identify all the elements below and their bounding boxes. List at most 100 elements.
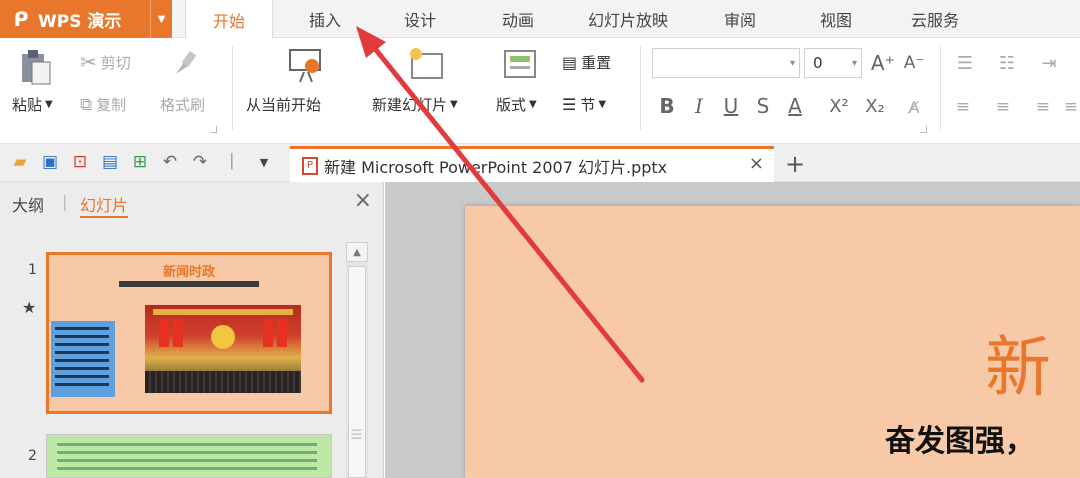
bullet-list-icon[interactable]: ☰ [950,50,980,76]
align-right-icon[interactable]: ≡ [1030,94,1056,120]
align-center-icon[interactable]: ≡ [990,94,1016,120]
separator [940,46,941,130]
tab-divider: | [62,192,68,211]
tab-animation[interactable]: 动画 [478,0,558,38]
animation-star-icon: ★ [22,298,37,317]
superscript-button[interactable]: X² [824,92,854,120]
tab-outline[interactable]: 大纲 [12,192,44,216]
slide-edit-area: 新 奋发图强， [385,182,1080,478]
slide-thumbnail-1[interactable]: 新闻时政 [46,252,332,414]
app-name: WPS 演示 [38,11,122,32]
font-size-combo[interactable]: 0 ▾ [804,48,862,78]
chevron-down-icon[interactable]: ▼ [150,0,172,38]
save-icon[interactable]: ▣ [38,150,62,174]
align-left-icon[interactable]: ≡ [950,94,976,120]
layout-icon[interactable] [502,48,538,82]
new-tab-button[interactable]: + [785,150,805,178]
font-size-value: 0 [813,54,823,72]
quick-access-bar: ▰ ▣ ⊡ ▤ ⊞ ↶ ↷ │ ▼ P 新建 Microsoft PowerPo… [0,144,1080,182]
justify-icon[interactable]: ≡ [1062,94,1080,120]
font-launcher-icon[interactable] [920,126,927,133]
tab-insert[interactable]: 插入 [282,0,368,38]
section-label: 节 [580,96,596,114]
section-button[interactable]: ☰ 节 ▼ [562,94,606,115]
tab-home[interactable]: 开始 [185,0,273,39]
chevron-down-icon[interactable]: ▾ [852,58,857,69]
scroll-up-icon[interactable]: ▲ [346,242,368,262]
tab-view[interactable]: 视图 [796,0,876,38]
pptx-file-icon: P [302,156,318,175]
thumbnail-text-box [51,321,115,397]
current-slide[interactable]: 新 奋发图强， [465,206,1080,478]
paste-icon[interactable] [18,48,52,86]
wps-logo-icon: ᑭ [13,7,29,31]
undo-icon[interactable]: ↶ [158,150,182,174]
slides-panel: 大纲 | 幻灯片 × 1 ★ 新闻时政 2 ▲ — — — [0,182,384,478]
cut-label: 剪切 [100,53,131,72]
subscript-button[interactable]: X₂ [860,92,890,120]
cut-button[interactable]: ✂ 剪切 [80,50,131,74]
brush-icon[interactable] [170,48,200,78]
export-pdf-icon[interactable]: ⊡ [68,150,92,174]
slide-number: 2 [28,448,37,464]
tab-cloud[interactable]: 云服务 [890,0,980,38]
close-panel-icon[interactable]: × [354,188,372,213]
slide-subtitle[interactable]: 奋发图强， [885,416,1035,460]
italic-button[interactable]: I [688,92,710,120]
format-painter-button[interactable]: 格式刷 [160,94,205,115]
print-icon[interactable]: ▤ [98,150,122,174]
tab-slideshow[interactable]: 幻灯片放映 [568,0,688,38]
panel-tabs: 大纲 | 幻灯片 × [0,182,384,222]
indent-icon[interactable]: ⇥ [1034,50,1064,76]
menu-bar: ᑭ WPS 演示 ▼ 开始 插入 设计 动画 幻灯片放映 审阅 视图 云服务 [0,0,1080,39]
grow-font-button[interactable]: A⁺ [871,50,895,76]
shrink-font-button[interactable]: A⁻ [902,50,926,76]
document-tab[interactable]: P 新建 Microsoft PowerPoint 2007 幻灯片.pptx … [290,146,774,182]
tab-design[interactable]: 设计 [380,0,460,38]
paste-label: 粘贴 [12,96,43,114]
redo-icon[interactable]: ↷ [188,150,212,174]
projector-icon[interactable] [286,46,326,86]
tab-slides[interactable]: 幻灯片 [80,192,129,218]
new-slide-label: 新建幻灯片 [372,96,448,114]
close-tab-icon[interactable]: × [749,153,764,174]
thumbnail-subtitle-bar [119,281,259,287]
layout-button[interactable]: 版式 ▼ [496,94,537,115]
copy-icon: ⧉ [80,94,93,115]
slide-title[interactable]: 新 [985,314,1051,410]
strikethrough-button[interactable]: S [752,92,774,120]
numbered-list-icon[interactable]: ☷ [992,50,1022,76]
reset-label: 重置 [581,54,612,72]
slide-thumbnail-2[interactable] [46,434,332,478]
new-slide-icon[interactable] [406,46,446,86]
clear-format-icon[interactable]: A̸ [902,94,926,120]
chevron-down-icon[interactable]: ▾ [790,58,795,69]
layout-label: 版式 [496,96,527,114]
scrollbar-thumb[interactable] [348,266,366,478]
separator [232,46,233,130]
clipboard-launcher-icon[interactable] [210,126,217,133]
copy-button[interactable]: ⧉ 复制 [80,94,126,115]
separator [640,46,641,130]
new-slide-button[interactable]: 新建幻灯片 ▼ [372,94,458,115]
font-name-combo[interactable]: ▾ [652,48,800,78]
font-color-button[interactable]: A [782,92,808,120]
underline-button[interactable]: U [720,92,742,120]
from-current-button[interactable]: 从当前开始 [246,94,321,115]
customize-chevron-icon[interactable]: ▼ [252,150,276,174]
reset-icon: ▤ [562,53,578,72]
panel-scrollbar[interactable]: ▲ — — — [346,242,368,478]
copy-label: 复制 [96,96,127,114]
slide-number: 1 [28,262,37,278]
app-menu-button[interactable]: ᑭ WPS 演示 ▼ [0,0,172,38]
bold-button[interactable]: B [656,92,678,120]
open-folder-icon[interactable]: ▰ [8,150,32,174]
separator-icon: │ [227,154,237,170]
section-icon: ☰ [562,95,577,114]
paste-button[interactable]: 粘贴 ▼ [12,94,53,115]
thumbnail-title: 新闻时政 [162,265,215,280]
reset-button[interactable]: ▤ 重置 [562,52,611,73]
tab-review[interactable]: 审阅 [700,0,780,38]
ribbon: 粘贴 ▼ ✂ 剪切 ⧉ 复制 格式刷 从当前开始 新建幻灯片 ▼ 版式 ▼ ▤ 重置 ☰ 节 ▼… [0,38,1080,144]
print-preview-icon[interactable]: ⊞ [128,150,152,174]
